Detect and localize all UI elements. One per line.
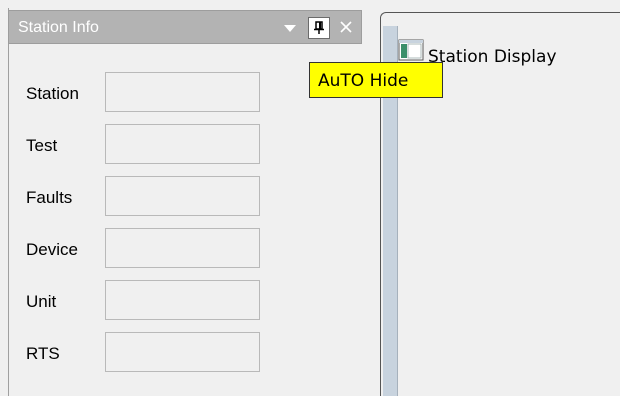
close-button[interactable] bbox=[335, 16, 357, 38]
rts-field[interactable] bbox=[105, 332, 260, 372]
panel-header[interactable]: Station Info bbox=[8, 10, 362, 44]
close-icon bbox=[340, 21, 352, 33]
station-info-panel: Station Info Station Test Faults Device … bbox=[0, 0, 372, 396]
field-row-rts: RTS bbox=[26, 332, 266, 374]
test-label: Test bbox=[26, 136, 58, 155]
panel-title: Station Info bbox=[18, 19, 99, 36]
station-field[interactable] bbox=[105, 72, 260, 112]
tooltip-text: AuTO Hide bbox=[318, 71, 409, 91]
document-client-area[interactable] bbox=[398, 80, 620, 396]
faults-field[interactable] bbox=[105, 176, 260, 216]
field-row-faults: Faults bbox=[26, 176, 266, 218]
field-row-test: Test bbox=[26, 124, 266, 166]
device-label: Device bbox=[26, 240, 78, 259]
station-label: Station bbox=[26, 84, 79, 103]
document-title: Station Display bbox=[428, 47, 557, 67]
field-row-device: Device bbox=[26, 228, 266, 270]
pin-icon bbox=[314, 21, 324, 34]
unit-label: Unit bbox=[26, 292, 57, 311]
field-row-unit: Unit bbox=[26, 280, 266, 322]
faults-label: Faults bbox=[26, 188, 73, 207]
auto-hide-tooltip: AuTO Hide bbox=[309, 62, 443, 98]
window-icon bbox=[398, 39, 424, 61]
unit-field[interactable] bbox=[105, 280, 260, 320]
field-row-station: Station bbox=[26, 72, 266, 114]
chevron-down-icon[interactable] bbox=[284, 25, 296, 32]
device-field[interactable] bbox=[105, 228, 260, 268]
panel-splitter[interactable] bbox=[372, 0, 380, 396]
auto-hide-pin-button[interactable] bbox=[308, 17, 330, 39]
test-field[interactable] bbox=[105, 124, 260, 164]
rts-label: RTS bbox=[26, 344, 60, 363]
